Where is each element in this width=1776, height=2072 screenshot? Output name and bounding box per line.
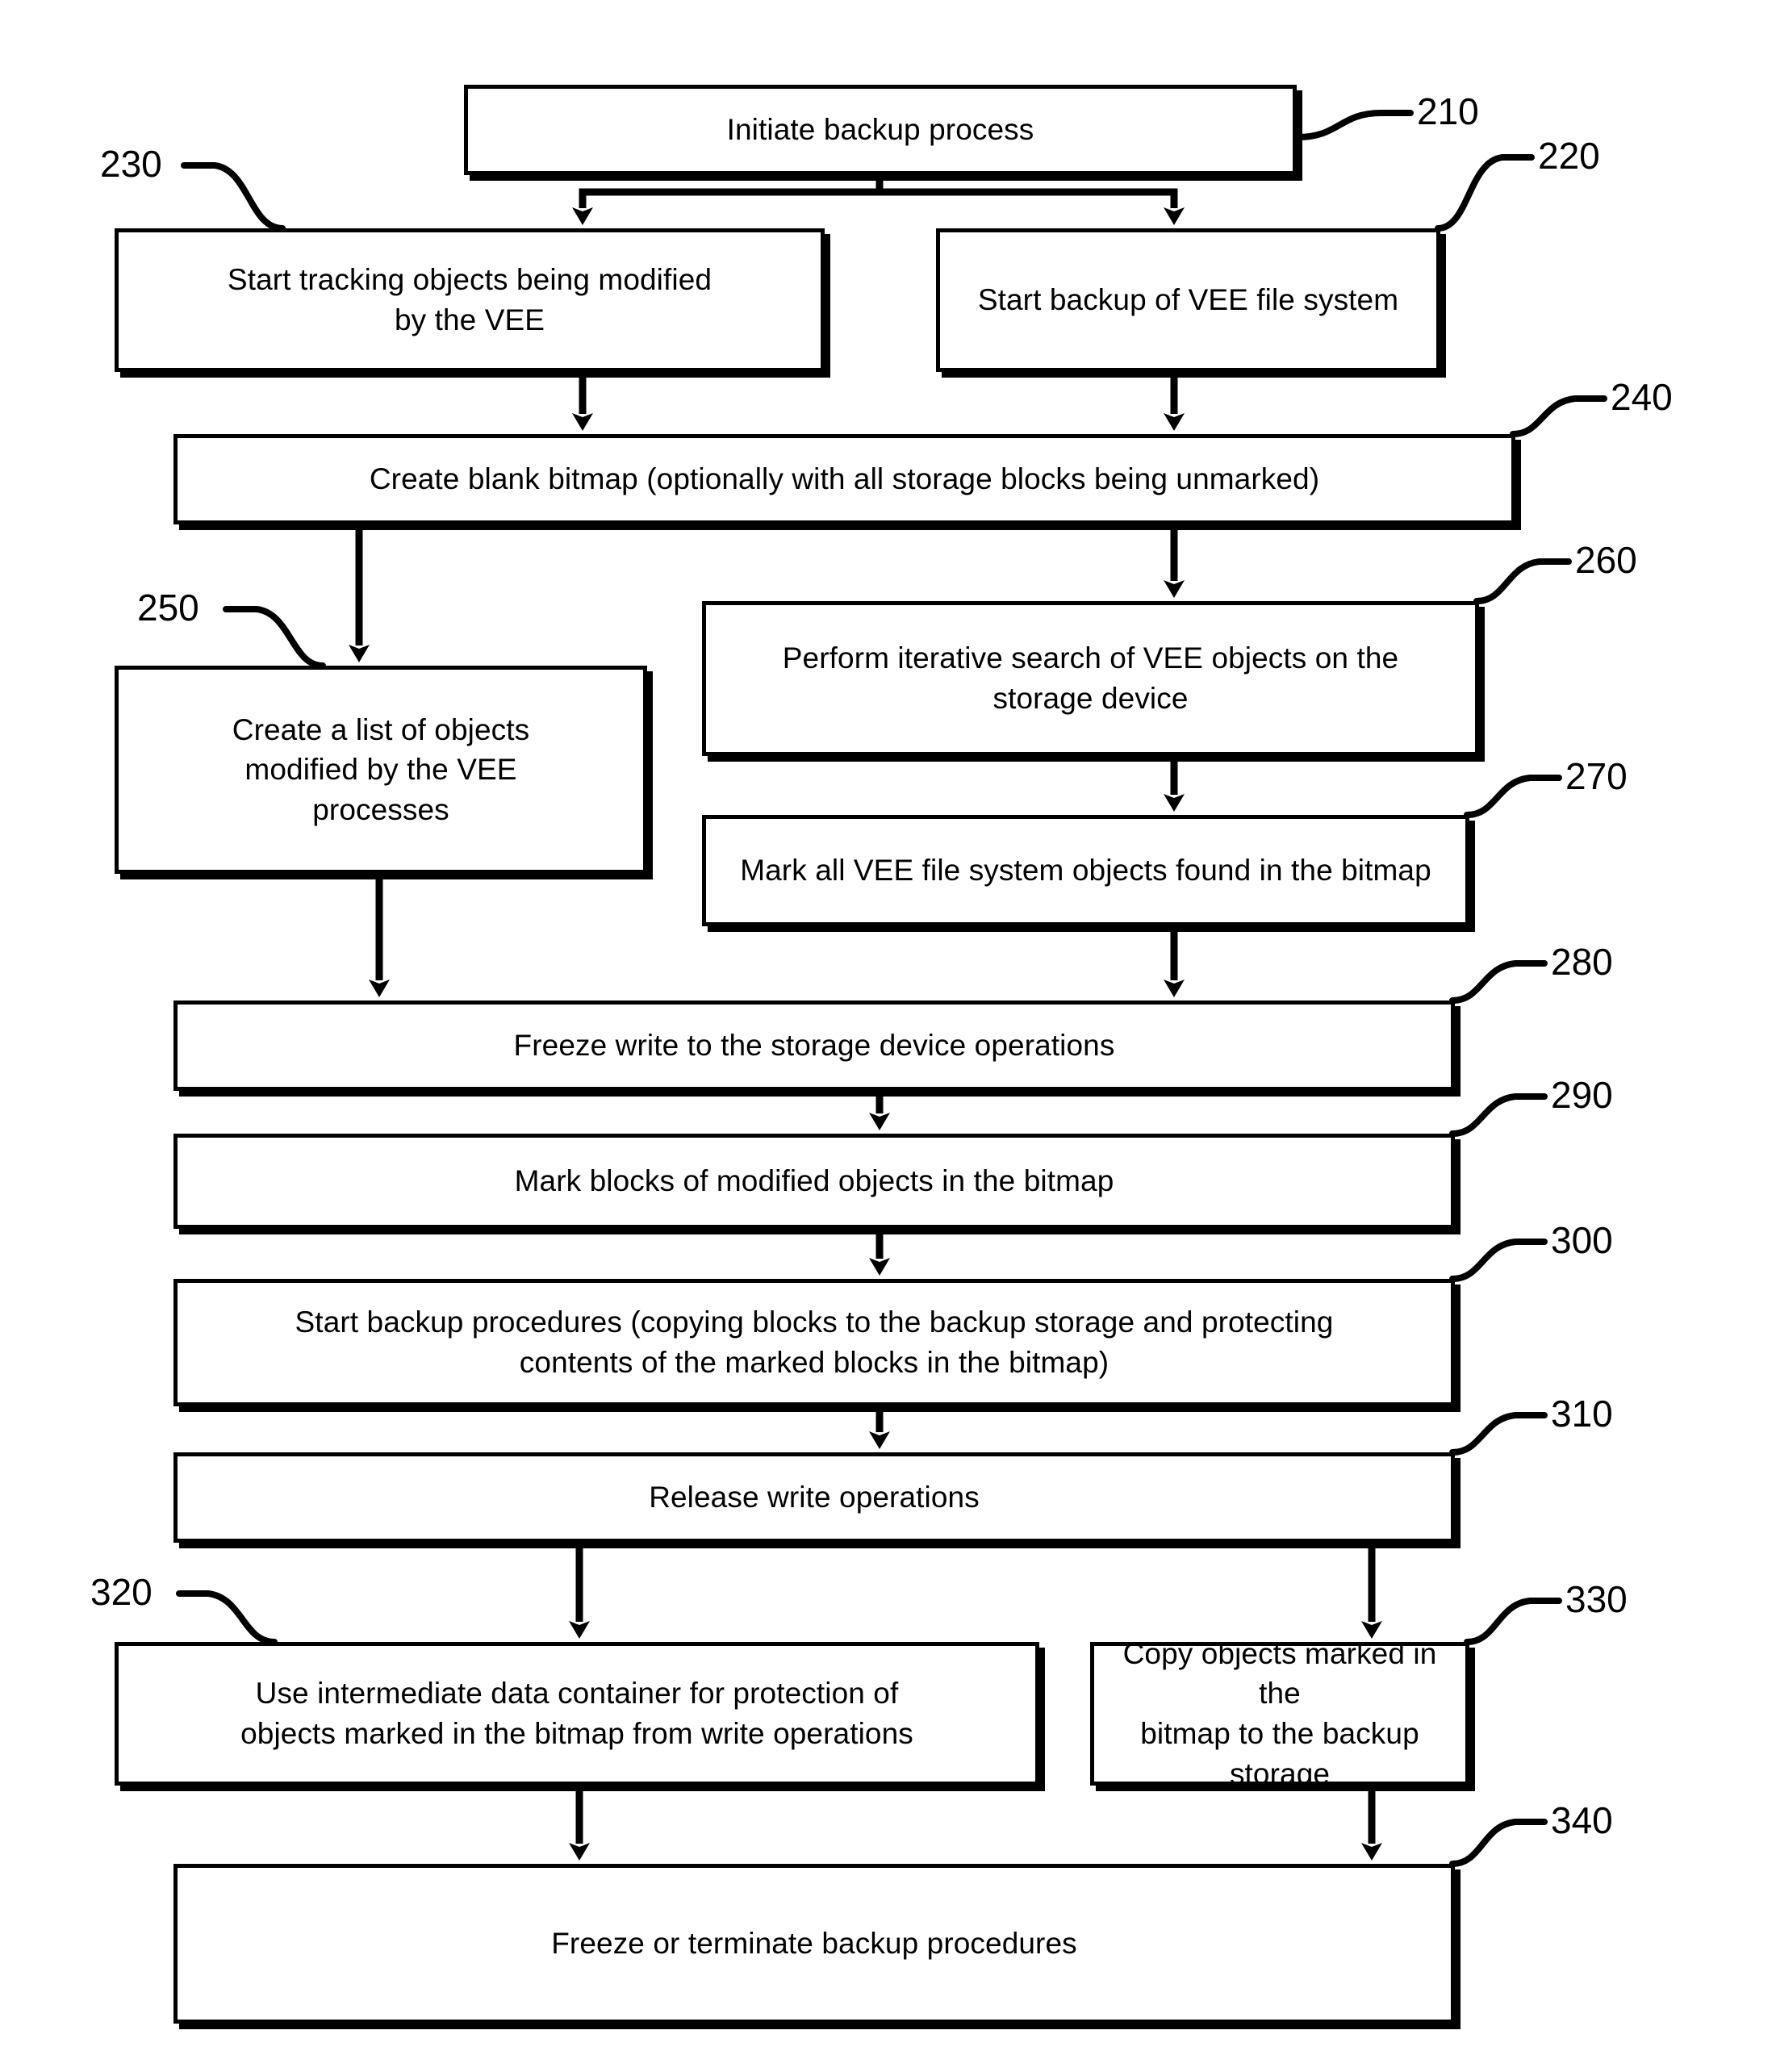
edge-210-230 — [572, 173, 884, 225]
patent-flowchart-figure: Initiate backup process Start tracking o… — [0, 0, 1776, 2072]
leader-280 — [1449, 960, 1548, 1004]
leader-310 — [1449, 1412, 1548, 1456]
node-label-210: Initiate backup process — [726, 113, 1034, 147]
leader-210 — [1294, 110, 1414, 140]
node-label-320: Use intermediate data container for prot… — [240, 1677, 913, 1750]
ref-label-210: 210 — [1417, 90, 1479, 132]
ref-label-270: 270 — [1565, 755, 1628, 797]
ref-label-250: 250 — [137, 587, 199, 629]
leader-320 — [176, 1590, 278, 1645]
leader-340 — [1449, 1819, 1548, 1867]
leader-250 — [223, 606, 326, 669]
edge-210-220 — [875, 173, 1185, 225]
node-label-240: Create blank bitmap (optionally with all… — [369, 462, 1320, 496]
leader-330 — [1464, 1598, 1562, 1645]
node-use-intermediate-data-container[interactable]: Use intermediate data container for prot… — [115, 1642, 1039, 1786]
ref-label-340: 340 — [1551, 1799, 1613, 1841]
node-create-blank-bitmap[interactable]: Create blank bitmap (optionally with all… — [173, 434, 1515, 524]
node-label-290: Mark blocks of modified objects in the b… — [514, 1164, 1114, 1198]
node-start-tracking-objects[interactable]: Start tracking objects being modified by… — [115, 228, 825, 372]
node-label-310: Release write operations — [649, 1481, 980, 1514]
node-label-340: Freeze or terminate backup procedures — [551, 1927, 1077, 1961]
node-label-270: Mark all VEE file system objects found i… — [740, 854, 1431, 888]
node-initiate-backup-process[interactable]: Initiate backup process — [464, 85, 1297, 175]
ref-label-260: 260 — [1575, 539, 1637, 581]
node-mark-blocks-modified-objects[interactable]: Mark blocks of modified objects in the b… — [173, 1134, 1455, 1229]
node-freeze-write-operations[interactable]: Freeze write to the storage device opera… — [173, 1000, 1455, 1091]
node-label-260: Perform iterative search of VEE objects … — [782, 641, 1399, 715]
leader-220 — [1435, 154, 1535, 232]
ref-label-220: 220 — [1538, 135, 1600, 177]
ref-label-280: 280 — [1551, 941, 1613, 983]
leader-260 — [1473, 558, 1572, 604]
ref-label-320: 320 — [90, 1571, 153, 1613]
node-start-backup-procedures[interactable]: Start backup procedures (copying blocks … — [173, 1279, 1455, 1406]
node-label-280: Freeze write to the storage device opera… — [513, 1029, 1115, 1063]
node-copy-objects-to-backup-storage[interactable]: Copy objects marked in the bitmap to the… — [1090, 1637, 1469, 1790]
leader-230 — [181, 162, 286, 232]
leader-300 — [1449, 1239, 1548, 1282]
node-freeze-or-terminate-backup[interactable]: Freeze or terminate backup procedures — [173, 1864, 1455, 2024]
node-release-write-operations[interactable]: Release write operations — [173, 1452, 1455, 1543]
node-label-230: Start tracking objects being modified by… — [227, 263, 712, 336]
node-perform-iterative-search[interactable]: Perform iterative search of VEE objects … — [702, 601, 1479, 756]
leader-290 — [1449, 1093, 1548, 1137]
ref-label-310: 310 — [1551, 1393, 1613, 1435]
ref-label-240: 240 — [1611, 376, 1673, 418]
node-label-300: Start backup procedures (copying blocks … — [295, 1305, 1334, 1379]
node-label-330: Copy objects marked in the bitmap to the… — [1122, 1636, 1437, 1790]
node-create-list-of-objects[interactable]: Create a list of objects modified by the… — [115, 666, 647, 874]
node-label-220: Start backup of VEE file system — [977, 283, 1399, 317]
ref-label-300: 300 — [1551, 1219, 1613, 1261]
leader-270 — [1464, 775, 1562, 818]
node-start-backup-vee-file-system[interactable]: Start backup of VEE file system — [936, 228, 1440, 372]
node-label-250: Create a list of objects modified by the… — [232, 712, 530, 826]
ref-label-330: 330 — [1565, 1578, 1628, 1620]
ref-label-290: 290 — [1551, 1074, 1613, 1116]
ref-label-230: 230 — [100, 143, 162, 185]
leader-240 — [1510, 395, 1607, 437]
node-mark-all-vee-objects[interactable]: Mark all VEE file system objects found i… — [702, 815, 1469, 926]
